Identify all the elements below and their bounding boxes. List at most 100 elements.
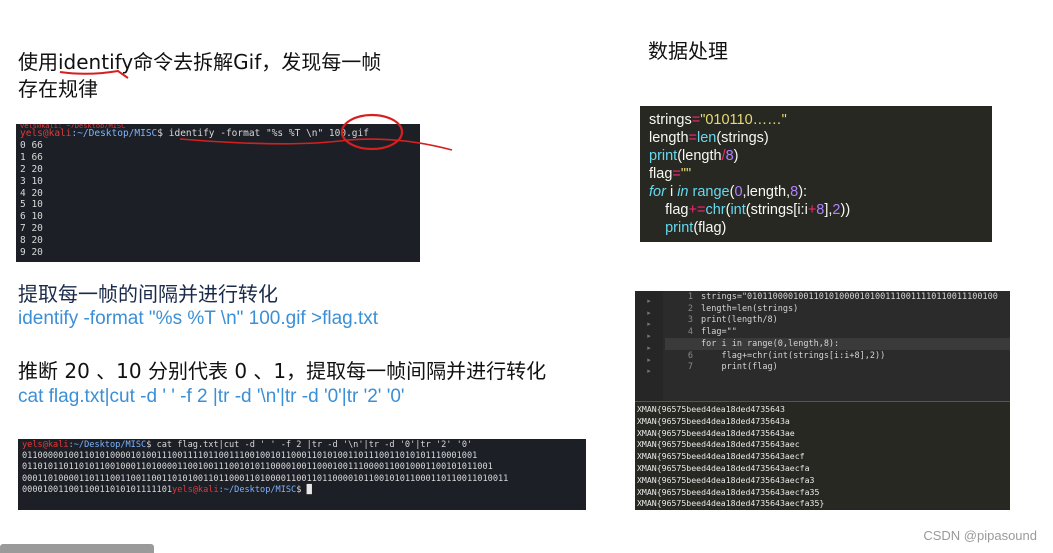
bottom-tab-fragment bbox=[0, 544, 154, 553]
prompt-user: yels@kali bbox=[172, 484, 219, 495]
code-line: flag="" bbox=[649, 165, 992, 183]
fold-arrow-icon[interactable]: ▸ bbox=[635, 331, 663, 343]
code-token: = bbox=[688, 130, 697, 146]
code-line: length=len(strings) bbox=[649, 129, 992, 147]
terminal-output-line: 8 20 bbox=[20, 235, 43, 247]
binary-text: 0110101101101011001000110100001100100111… bbox=[22, 462, 493, 473]
terminal-output-line: 6 10 bbox=[20, 211, 43, 223]
line-number: 3 bbox=[687, 315, 693, 326]
fold-arrow-icon[interactable]: ▸ bbox=[635, 308, 663, 320]
line-number: 2 bbox=[687, 303, 693, 314]
terminal2-output-line: 0001101000011011100110011001101010011011… bbox=[22, 474, 582, 485]
code-token: (strings) bbox=[716, 130, 769, 146]
editor-output-line: XMAN{96575beed4dea18ded4735643aecfa35} bbox=[637, 498, 825, 509]
code-token: ) bbox=[733, 148, 739, 164]
terminal2-output: 0110000010011010100001010011100111101100… bbox=[18, 451, 586, 496]
terminal2-output-line: 00001001100110011010101111101yels@kali:~… bbox=[22, 485, 582, 496]
code-token: i bbox=[665, 184, 678, 200]
editor-output-panel: XMAN{96575beed4dea18ded4735643 XMAN{96575… bbox=[637, 404, 824, 510]
code-line: print(flag) bbox=[649, 219, 992, 237]
code-token: strings bbox=[649, 112, 692, 128]
prompt-path: :~/Desktop/MISC bbox=[68, 440, 147, 450]
heading-infer: 推断 20 、10 分别代表 0 、1，提取每一帧间隔并进行转化 bbox=[18, 359, 547, 383]
editor-code-line: flag+=chr(int(strings[i:i+8],2)) bbox=[701, 350, 886, 361]
editor-code-line: print(flag) bbox=[701, 362, 778, 373]
code-token: = bbox=[672, 166, 681, 182]
code-line: strings="010110……" bbox=[649, 111, 992, 129]
code-token: (flag) bbox=[693, 220, 727, 236]
fold-arrow-icon[interactable]: ▸ bbox=[635, 296, 663, 308]
line-number: 6 bbox=[687, 350, 693, 361]
circle-annotation bbox=[179, 113, 453, 151]
code-token: length bbox=[649, 130, 689, 146]
code-token: flag bbox=[649, 202, 689, 218]
editor-output-line: XMAN{96575beed4dea18ded4735643aec bbox=[637, 439, 800, 450]
code-token: (strings[i:i bbox=[745, 202, 808, 218]
editor-output-line: XMAN{96575beed4dea18ded4735643aecf bbox=[637, 451, 805, 462]
code-token: += bbox=[688, 202, 706, 218]
code-token: )) bbox=[840, 202, 851, 218]
command-cat-tr: cat flag.txt|cut -d ' ' -f 2 |tr -d '\n'… bbox=[18, 386, 405, 407]
code-token: chr bbox=[705, 202, 726, 218]
code-token: ,length, bbox=[742, 184, 791, 200]
prompt-path: :~/Desktop/MISC bbox=[71, 128, 158, 139]
editor-code-line: for i in range(0,length,8): bbox=[701, 338, 840, 349]
code-line: for i in range(0,length,8): bbox=[649, 183, 992, 201]
editor-output-line: XMAN{96575beed4dea18ded4735643aecfa bbox=[637, 462, 810, 473]
line-number: 1 bbox=[687, 292, 693, 302]
code-lines: strings="010110……" length=len(strings) pri… bbox=[640, 111, 992, 237]
terminal-output: 0 66 1 66 2 20 3 10 4 20 5 10 6 10 7 20 8 20 9 20 bbox=[16, 140, 420, 259]
terminal-output-line: 2 20 bbox=[20, 163, 43, 175]
editor-window: ▸▸▸▸▸▸▸ 1234567 strings="010110000100110… bbox=[635, 291, 1010, 510]
fold-arrow-icon[interactable]: ▸ bbox=[635, 355, 663, 367]
code-token: 8 bbox=[790, 184, 799, 200]
editor-code-line: strings="0101100001001101010000101001110… bbox=[701, 292, 998, 302]
editor-output-line: XMAN{96575beed4dea18ded4735643 bbox=[637, 404, 785, 414]
binary-text: 00001001100110011010101111101 bbox=[22, 484, 173, 495]
terminal2-output-line: 0110000010011010100001010011100111101100… bbox=[22, 451, 582, 462]
code-line: print(length/8) bbox=[649, 147, 992, 165]
editor-code-line: flag="" bbox=[701, 327, 737, 338]
terminal2-output-line: 0110101101101011001000110100001100100111… bbox=[22, 462, 582, 473]
editor-output-line: XMAN{96575beed4dea18ded4735643aecfa35 bbox=[637, 486, 820, 497]
code-token: in bbox=[677, 184, 689, 200]
terminal-output-line: 9 20 bbox=[20, 247, 43, 259]
prompt-dollar: $ bbox=[146, 440, 152, 450]
fold-arrow-icon[interactable]: ▸ bbox=[635, 366, 663, 378]
code-token: ): bbox=[798, 184, 808, 200]
editor-code: strings="0101100001001101010000101001110… bbox=[701, 291, 998, 374]
editor-code-line: print(length/8) bbox=[701, 315, 778, 326]
editor-output-line: XMAN{96575beed4dea18ded4735643ae bbox=[637, 427, 795, 438]
editor-fold-gutter: ▸ ▸ ▸ ▸ ▸ ▸ ▸ bbox=[635, 291, 663, 401]
terminal-output-line: 3 10 bbox=[20, 175, 43, 187]
code-token: len bbox=[696, 130, 717, 146]
editor-code-line: length=len(strings) bbox=[701, 303, 799, 314]
heading-data-processing: 数据处理 bbox=[648, 39, 728, 63]
binary-text: 0001101000011011100110011001101010011011… bbox=[22, 473, 509, 484]
terminal2-prompt-line: yels@kali:~/Desktop/MISC$ cat flag.txt|c… bbox=[18, 439, 586, 451]
code-token: print bbox=[649, 148, 678, 164]
code-token: print bbox=[649, 220, 694, 236]
code-token: 2 bbox=[832, 202, 841, 218]
code-token: 0 bbox=[734, 184, 743, 200]
binary-text: 0110000010011010100001010011100111101100… bbox=[22, 451, 478, 462]
code-token: (length bbox=[677, 148, 722, 164]
code-token: + bbox=[807, 202, 817, 218]
cursor-icon: █ bbox=[306, 484, 312, 495]
terminal-output-line: 7 20 bbox=[20, 223, 43, 235]
heading-text-b: 命令去拆解Gif，发现每一帧 bbox=[133, 50, 382, 74]
fold-arrow-icon[interactable]: ▸ bbox=[635, 343, 663, 355]
line-number: 7 bbox=[687, 362, 693, 373]
code-token: "" bbox=[680, 166, 692, 182]
code-token: int bbox=[730, 202, 746, 218]
code-token: = bbox=[691, 112, 701, 128]
terminal-output-line: 5 10 bbox=[20, 199, 43, 211]
prompt-path: :~/Desktop/MISC bbox=[218, 484, 297, 495]
editor-code-area: ▸▸▸▸▸▸▸ 1234567 strings="010110000100110… bbox=[635, 291, 1010, 401]
prompt-dollar: $ bbox=[296, 484, 307, 495]
heading-text-a: 使用 bbox=[18, 50, 58, 74]
fold-arrow-icon[interactable]: ▸ bbox=[635, 319, 663, 331]
code-token: range bbox=[688, 184, 730, 200]
editor-divider bbox=[635, 401, 1010, 402]
prompt-user: yels@kali bbox=[20, 128, 72, 139]
